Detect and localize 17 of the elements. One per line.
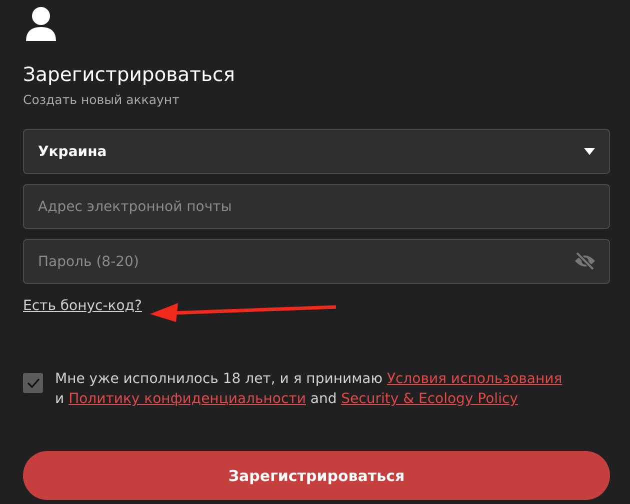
- user-icon: [24, 5, 58, 41]
- consent-text: Мне уже исполнилось 18 лет, и я принимаю Условия использования и Политику конфиденциальности and Security & Ecology Policy: [55, 370, 564, 409]
- agreement-checkbox[interactable]: [23, 373, 43, 393]
- email-field[interactable]: Адрес электронной почты: [23, 184, 610, 229]
- bonus-code-link[interactable]: Есть бонус-код?: [23, 298, 142, 314]
- caret-icon: [584, 148, 595, 155]
- country-select[interactable]: Украина: [23, 129, 610, 174]
- arrow-icon: [148, 300, 338, 324]
- register-button[interactable]: Зарегистрироваться: [23, 451, 610, 500]
- policy-link[interactable]: Security & Ecology Policy: [341, 391, 518, 407]
- eye-icon[interactable]: [574, 252, 596, 270]
- page-title: Зарегистрироваться: [23, 62, 236, 88]
- policy-link[interactable]: Политику конфиденциальности: [68, 391, 306, 407]
- password-field[interactable]: Пароль (8-20): [23, 239, 610, 284]
- page-subtitle: Создать новый аккаунт: [23, 92, 180, 107]
- check-icon: [26, 378, 40, 388]
- policy-link[interactable]: Условия использования: [386, 371, 562, 387]
